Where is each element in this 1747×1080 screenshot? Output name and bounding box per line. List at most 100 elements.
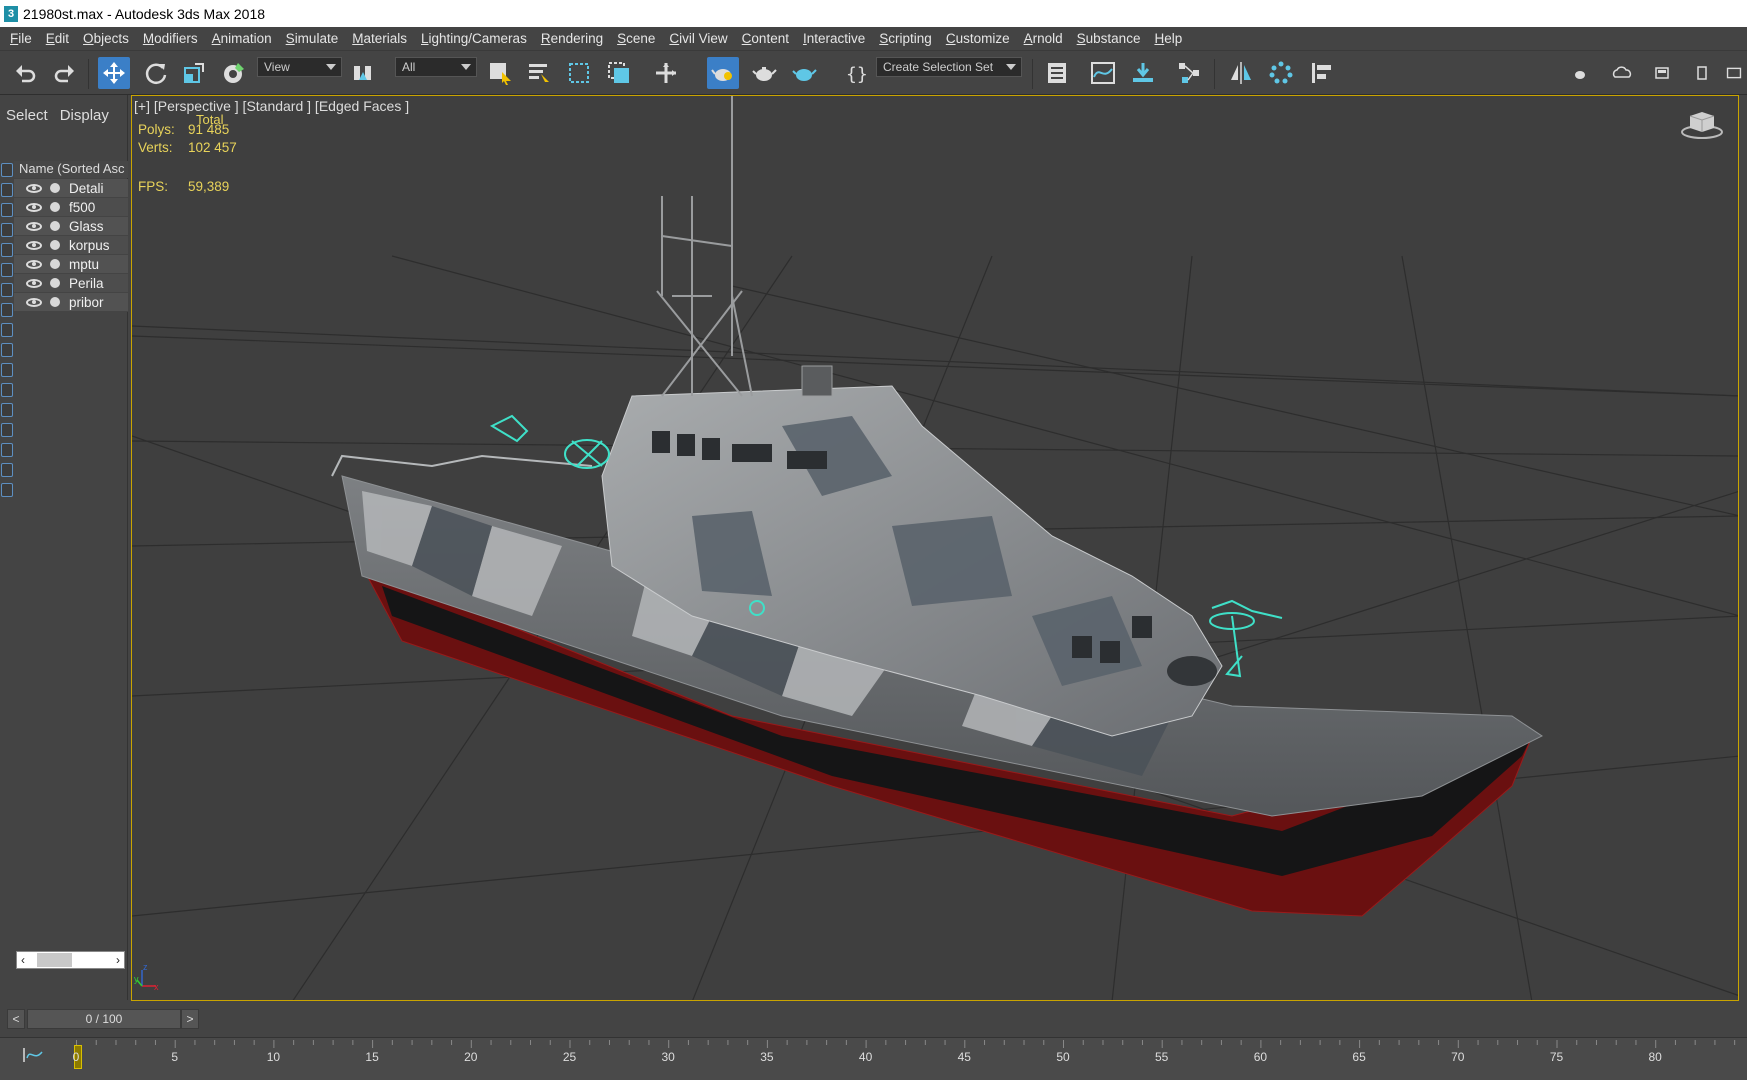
display-frozen-icon[interactable] (1, 383, 13, 397)
reference-coordinate-dropdown[interactable]: View (257, 57, 342, 77)
array-button[interactable] (1265, 57, 1297, 89)
layer-explorer-button[interactable] (1041, 57, 1073, 89)
eye-icon[interactable] (26, 183, 42, 193)
curve-editor-mini-icon[interactable] (22, 1046, 46, 1064)
schematic-view-button[interactable] (1127, 57, 1159, 89)
menu-help[interactable]: Help (1147, 27, 1189, 51)
explorer-horizontal-scrollbar[interactable]: ‹ › (16, 951, 125, 969)
pivot-center-button[interactable] (347, 57, 379, 89)
viewport-label-menu[interactable]: [+] [Perspective ] [Standard ] [Edged Fa… (134, 98, 409, 114)
eye-icon[interactable] (26, 278, 42, 288)
display-spacewarps-icon[interactable] (1, 283, 13, 297)
select-by-name-button[interactable] (523, 57, 555, 89)
menu-substance[interactable]: Substance (1070, 27, 1148, 51)
menu-lighting-cameras[interactable]: Lighting/Cameras (414, 27, 534, 51)
align-button[interactable] (1305, 57, 1337, 89)
menu-content[interactable]: Content (735, 27, 796, 51)
menu-customize[interactable]: Customize (939, 27, 1017, 51)
mirror-button[interactable] (1225, 57, 1257, 89)
rectangular-selection-button[interactable] (563, 57, 595, 89)
list-item[interactable]: Detali (14, 179, 128, 198)
track-bar[interactable]: 0 5 10 15 20 25 30 35 40 45 50 55 60 65 … (0, 1037, 1747, 1080)
perspective-viewport[interactable]: [+] [Perspective ] [Standard ] [Edged Fa… (131, 95, 1739, 1001)
menu-modifiers[interactable]: Modifiers (136, 27, 205, 51)
stats-total-label: Total (196, 112, 224, 127)
time-slider[interactable]: 0 / 100 (27, 1009, 181, 1029)
display-groups-icon[interactable] (1, 303, 13, 317)
select-place-button[interactable] (218, 57, 250, 89)
edit-named-selection-button[interactable]: {} (840, 57, 872, 89)
menu-scene[interactable]: Scene (610, 27, 662, 51)
curve-editor-button[interactable] (1087, 57, 1119, 89)
render-frame-button[interactable] (1566, 57, 1594, 89)
menu-materials[interactable]: Materials (345, 27, 414, 51)
viewcube-icon[interactable] (1680, 108, 1724, 140)
select-manipulate-button[interactable] (650, 57, 682, 89)
environment-button[interactable] (1608, 57, 1636, 89)
menu-objects[interactable]: Objects (76, 27, 136, 51)
snaps-toggle-button[interactable] (707, 57, 739, 89)
menu-civil-view[interactable]: Civil View (662, 27, 734, 51)
menu-edit[interactable]: Edit (39, 27, 76, 51)
list-item[interactable]: f500 (14, 198, 128, 217)
render-message-button[interactable] (1688, 57, 1716, 89)
scrollbar-thumb[interactable] (37, 953, 72, 967)
list-item[interactable]: korpus (14, 236, 128, 255)
undo-button[interactable] (10, 57, 42, 89)
menu-file[interactable]: File (3, 27, 39, 51)
select-move-button[interactable] (98, 57, 130, 89)
menu-animation[interactable]: Animation (205, 27, 279, 51)
display-cameras-icon[interactable] (1, 243, 13, 257)
list-item[interactable]: Perila (14, 274, 128, 293)
display-bones-icon[interactable] (1, 343, 13, 357)
scroll-right-icon[interactable]: › (116, 952, 120, 968)
polys-label: Polys: (138, 121, 175, 137)
display-all-icon[interactable] (1, 423, 13, 437)
display-geometry-icon[interactable] (1, 183, 13, 197)
list-item[interactable]: mptu (14, 255, 128, 274)
filter-icon[interactable] (1, 443, 13, 457)
time-slider-prev[interactable]: < (7, 1009, 25, 1029)
menu-scripting[interactable]: Scripting (872, 27, 939, 51)
display-xrefs-icon[interactable] (1, 323, 13, 337)
eye-icon[interactable] (26, 240, 42, 250)
eye-icon[interactable] (26, 221, 42, 231)
select-object-button[interactable] (484, 57, 516, 89)
timeline-ruler[interactable]: 0 5 10 15 20 25 30 35 40 45 50 55 60 65 … (73, 1038, 1747, 1080)
window-crossing-icon (608, 62, 629, 83)
list-item[interactable]: Glass (14, 217, 128, 236)
display-shapes-icon[interactable] (1, 203, 13, 217)
select-scale-button[interactable] (178, 57, 210, 89)
name-column-header[interactable]: Name (Sorted Asc (14, 161, 128, 178)
render-setup-button[interactable] (748, 57, 780, 89)
menu-interactive[interactable]: Interactive (796, 27, 872, 51)
display-helpers-icon[interactable] (1, 263, 13, 277)
object-name: f500 (69, 199, 96, 215)
render-frame-window-button[interactable] (1648, 57, 1676, 89)
select-rotate-button[interactable] (140, 57, 172, 89)
eye-icon[interactable] (26, 202, 42, 212)
time-slider-next[interactable]: > (181, 1009, 199, 1029)
redo-button[interactable] (48, 57, 80, 89)
menu-arnold[interactable]: Arnold (1017, 27, 1070, 51)
render-extra-button[interactable] (1722, 57, 1746, 89)
selection-filter-dropdown[interactable]: All (395, 57, 477, 77)
material-editor-button[interactable] (1173, 57, 1205, 89)
scroll-left-icon[interactable]: ‹ (21, 952, 25, 968)
menu-simulate[interactable]: Simulate (279, 27, 346, 51)
window-crossing-button[interactable] (603, 57, 635, 89)
eye-icon[interactable] (26, 297, 42, 307)
eye-icon[interactable] (26, 259, 42, 269)
display-hidden-icon[interactable] (1, 403, 13, 417)
tab-select[interactable]: Select (0, 107, 54, 124)
create-selection-set-dropdown[interactable]: Create Selection Set (876, 57, 1022, 77)
list-item[interactable]: pribor (14, 293, 128, 312)
render-production-button[interactable] (788, 57, 820, 89)
menu-rendering[interactable]: Rendering (534, 27, 610, 51)
display-containers-icon[interactable] (1, 363, 13, 377)
tab-display[interactable]: Display (54, 107, 115, 124)
display-lights-icon[interactable] (1, 223, 13, 237)
select-children-icon[interactable] (1, 483, 13, 497)
display-none-icon[interactable] (1, 163, 13, 177)
funnel-icon[interactable] (1, 463, 13, 477)
